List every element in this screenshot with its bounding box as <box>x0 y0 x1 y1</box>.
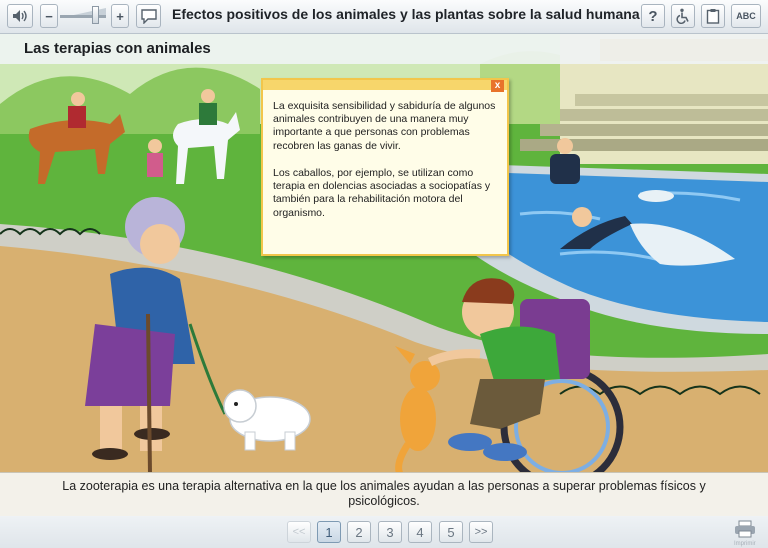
plus-icon: + <box>116 8 124 24</box>
popup-paragraph-1: La exquisita sensibilidad y sabiduría de… <box>273 100 496 152</box>
toolbar: − + Efectos positivos de los animales y … <box>0 0 768 34</box>
abc-icon: ABC <box>736 11 756 21</box>
caption-text: La zooterapia es una terapia alternativa… <box>62 479 706 508</box>
clipboard-button[interactable] <box>701 4 725 28</box>
next-page-button[interactable]: >> <box>469 521 493 543</box>
speaker-icon <box>13 10 27 22</box>
caption-panel: La zooterapia es una terapia alternativa… <box>0 472 768 517</box>
page-button-5[interactable]: 5 <box>439 521 463 543</box>
minus-icon: − <box>45 8 53 24</box>
clipboard-icon <box>706 9 720 24</box>
wheelchair-icon <box>676 8 689 24</box>
volume-down-button[interactable]: − <box>40 4 58 28</box>
page-button-3[interactable]: 3 <box>378 521 402 543</box>
prev-page-button[interactable]: << <box>287 521 311 543</box>
popup-paragraph-2: Los caballos, por ejemplo, se utilizan c… <box>273 167 491 219</box>
glossary-button[interactable]: ABC <box>731 4 761 28</box>
page-title: Efectos positivos de los animales y las … <box>172 6 640 22</box>
accessibility-button[interactable] <box>671 4 695 28</box>
volume-up-button[interactable]: + <box>111 4 129 28</box>
printer-icon <box>735 520 755 538</box>
page-button-1[interactable]: 1 <box>317 521 341 543</box>
question-mark-icon: ? <box>648 7 658 25</box>
subtitles-button[interactable] <box>136 4 161 28</box>
audio-button[interactable] <box>7 4 33 28</box>
popup-title-bar <box>263 80 507 90</box>
pagination: << 1 2 3 4 5 >> <box>0 516 768 548</box>
info-popup: x La exquisita sensibilidad y sabiduría … <box>261 78 509 256</box>
close-icon[interactable]: x <box>491 80 504 92</box>
print-caption: Imprimir <box>734 541 756 547</box>
section-title: Las terapias con animales <box>24 40 211 57</box>
help-button[interactable]: ? <box>641 4 665 28</box>
speech-bubble-icon <box>140 9 157 24</box>
page-button-4[interactable]: 4 <box>408 521 432 543</box>
print-button[interactable]: Imprimir <box>734 520 760 547</box>
volume-slider-handle[interactable] <box>91 6 99 24</box>
page-button-2[interactable]: 2 <box>347 521 371 543</box>
